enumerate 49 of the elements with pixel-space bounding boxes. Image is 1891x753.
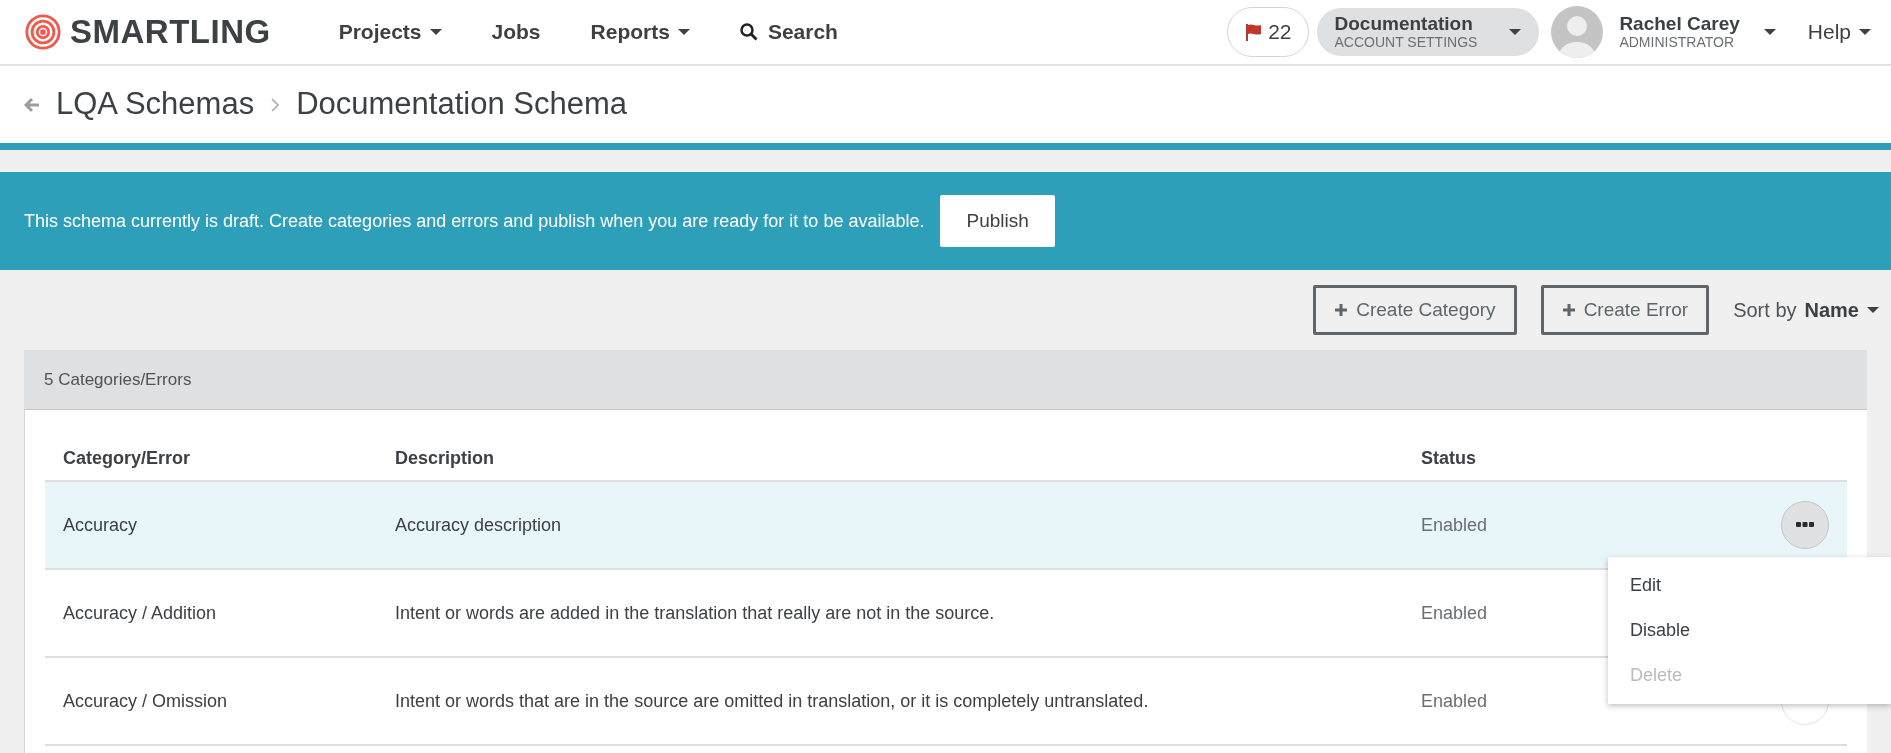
panel-title: 5 Categories/Errors: [44, 368, 192, 391]
caret-icon: [1509, 29, 1522, 35]
table-cell: Accuracy / Addition: [63, 602, 217, 623]
column-header: Status: [1421, 447, 1477, 470]
plus-icon: [1561, 303, 1576, 317]
table-cell: Accuracy: [63, 514, 138, 535]
logo-icon: [24, 13, 62, 51]
user-name: Rachel Carey: [1619, 13, 1740, 35]
more-button[interactable]: [1781, 501, 1829, 549]
notifications-button[interactable]: 22: [1227, 7, 1309, 57]
brand-name: SMARTLING: [70, 12, 271, 53]
status-cell-text: Enabled: [1421, 601, 1488, 625]
column-header: Description: [395, 447, 496, 470]
breadcrumb-item[interactable]: LQA Schemas: [56, 81, 255, 128]
caret-icon: [1763, 29, 1776, 35]
avatar-icon[interactable]: [1551, 6, 1604, 58]
nav-link[interactable]: Projects: [338, 16, 442, 48]
sort-dropdown[interactable]: Name: [1804, 295, 1879, 325]
help-link[interactable]: Help: [1807, 16, 1871, 48]
account-name: Documentation: [1334, 13, 1474, 35]
column-header: Category/Error: [62, 447, 192, 470]
plus-icon: [1334, 303, 1349, 317]
table-cell: Accuracy / Omission: [63, 690, 228, 711]
create-button[interactable]: Create Error: [1540, 284, 1710, 336]
search-icon: [739, 23, 758, 41]
nav-link[interactable]: Search: [739, 16, 838, 48]
sort-label: Sort by: [1733, 298, 1797, 323]
nav-link[interactable]: Reports: [590, 16, 690, 48]
notification-count: 22: [1268, 19, 1292, 46]
caret-icon: [1867, 307, 1879, 313]
status-cell-text: Enabled: [1421, 513, 1488, 537]
breadcrumb-item: Documentation Schema: [296, 85, 627, 124]
ellipsis-icon: [1796, 522, 1814, 528]
table-cell: Intent or words that are in the source are omitted in translation, or it is completely untranslated.: [395, 690, 1149, 711]
banner-message: This schema currently is draft. Create categories and errors and publish when you are ready for it to be available.: [24, 209, 925, 233]
account-subtitle: ACCOUNT SETTINGS: [1334, 34, 1478, 51]
table-row[interactable]: Accuracy Accuracy description Enabled: [45, 482, 1847, 570]
back-arrow-icon[interactable]: [24, 96, 40, 113]
status-cell-text: Enabled: [1421, 689, 1488, 713]
create-button[interactable]: Create Category: [1313, 284, 1517, 336]
user-role: ADMINISTRATOR: [1619, 34, 1734, 51]
table-cell: Intent or words are added in the translation that really are not in the source.: [395, 602, 995, 623]
nav-link[interactable]: Jobs: [491, 16, 541, 48]
publish-button[interactable]: Publish: [940, 194, 1055, 248]
menu-item[interactable]: Disable: [1608, 608, 1713, 653]
caret-icon: [1859, 29, 1871, 35]
account-button[interactable]: Documentation ACCOUNT SETTINGS: [1316, 7, 1540, 57]
table-cell: Accuracy description: [395, 514, 562, 535]
chevron-icon: [270, 96, 281, 113]
